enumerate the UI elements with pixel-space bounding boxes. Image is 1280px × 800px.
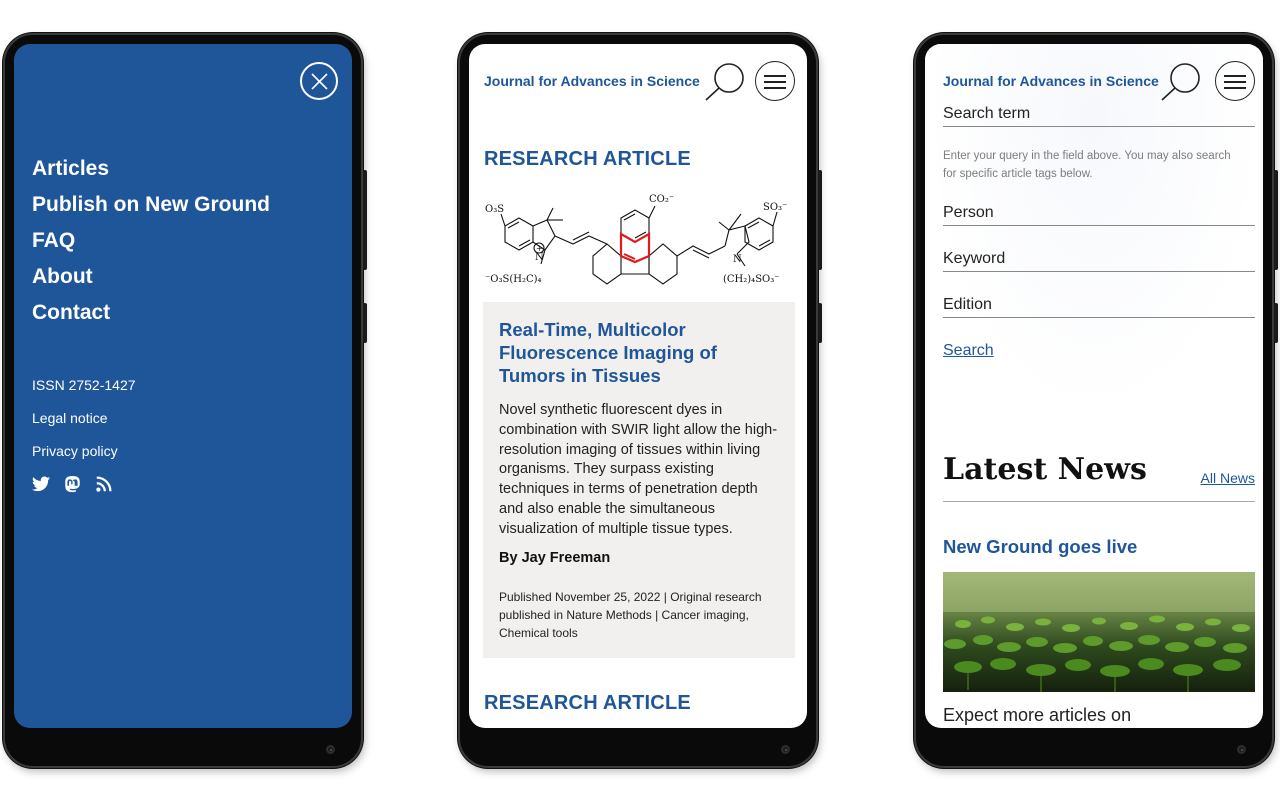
nav-item-contact[interactable]: Contact: [32, 300, 270, 336]
camera-dot: [781, 745, 790, 754]
molecule-label-n-right: N: [733, 254, 742, 265]
social-links: [32, 476, 114, 494]
camera-dot: [1237, 745, 1246, 754]
search-icon: [705, 63, 744, 101]
nav-item-faq[interactable]: FAQ: [32, 228, 270, 264]
footer-meta-list: ISSN 2752-1427 Legal notice Privacy poli…: [32, 376, 136, 475]
site-title[interactable]: Journal for Advances in Science: [943, 73, 1159, 89]
hamburger-icon: [1224, 75, 1246, 77]
molecule-label-n-left: N: [535, 252, 544, 263]
mastodon-icon[interactable]: [64, 476, 82, 494]
section-label: RESEARCH ARTICLE: [484, 148, 691, 170]
close-icon: [311, 73, 328, 90]
search-help-text: Enter your query in the field above. You…: [943, 150, 1231, 180]
volume-button: [1274, 170, 1278, 270]
article-title[interactable]: Real-Time, Multicolor Fluorescence Imagi…: [499, 318, 779, 387]
molecule-label-bottom-right: (CH₂)₄SO₃⁻: [723, 274, 780, 285]
nav-item-articles[interactable]: Articles: [32, 156, 270, 192]
all-news-link[interactable]: All News: [1201, 470, 1255, 486]
issn-text: ISSN 2752-1427: [32, 377, 136, 393]
hamburger-icon: [1224, 87, 1246, 89]
news-excerpt: Expect more articles on: [943, 705, 1132, 725]
seedlings-photo: [943, 572, 1255, 692]
article-author: By Jay Freeman: [499, 550, 611, 566]
search-screen: Journal for Advances in Science Search t…: [925, 44, 1263, 728]
rss-icon[interactable]: [96, 476, 114, 494]
power-button: [818, 303, 822, 343]
edition-input[interactable]: Edition: [943, 296, 1255, 318]
article-screen: Journal for Advances in Science RESEARCH…: [469, 44, 807, 728]
search-button[interactable]: [1161, 62, 1203, 102]
menu-button[interactable]: [1215, 61, 1255, 101]
privacy-policy-link[interactable]: Privacy policy: [32, 442, 136, 475]
menu-button[interactable]: [755, 61, 795, 101]
search-submit-link[interactable]: Search: [943, 342, 994, 360]
power-button: [363, 303, 367, 343]
molecule-label-plus: +: [536, 244, 543, 253]
molecule-label-top-left: O₃S: [485, 204, 504, 215]
search-term-input[interactable]: Search term: [943, 105, 1255, 127]
molecule-label-top-center: CO₂⁻: [649, 194, 674, 205]
keyword-input[interactable]: Keyword: [943, 250, 1255, 272]
news-item-title[interactable]: New Ground goes live: [943, 536, 1137, 558]
nav-item-about[interactable]: About: [32, 264, 270, 300]
camera-dot: [326, 745, 335, 754]
phone-article-screen: Journal for Advances in Science RESEARCH…: [458, 33, 822, 768]
news-divider: [943, 501, 1255, 502]
hamburger-icon: [1224, 81, 1246, 83]
hamburger-icon: [764, 81, 786, 83]
article-summary: Novel synthetic fluorescent dyes in comb…: [499, 402, 778, 537]
twitter-icon[interactable]: [32, 476, 50, 494]
legal-notice-link[interactable]: Legal notice: [32, 409, 136, 442]
molecule-label-top-right: SO₃⁻: [763, 202, 787, 213]
news-image-seedlings[interactable]: [943, 572, 1255, 692]
phone-search-screen: Journal for Advances in Science Search t…: [914, 33, 1278, 768]
latest-news-heading: Latest News: [943, 452, 1147, 487]
person-input[interactable]: Person: [943, 204, 1255, 226]
volume-button: [818, 170, 822, 270]
article-card[interactable]: Real-Time, Multicolor Fluorescence Imagi…: [483, 302, 795, 658]
nav-item-publish[interactable]: Publish on New Ground: [32, 192, 270, 228]
hamburger-icon: [764, 75, 786, 77]
main-nav-menu: Articles Publish on New Ground FAQ About…: [32, 156, 270, 336]
power-button: [1274, 303, 1278, 343]
phone-menu-screen: Articles Publish on New Ground FAQ About…: [3, 33, 367, 768]
volume-button: [363, 170, 367, 270]
site-title[interactable]: Journal for Advances in Science: [484, 73, 700, 89]
search-icon: [1161, 63, 1200, 101]
close-menu-button[interactable]: [300, 62, 338, 100]
molecule-label-bottom-left: ⁻O₃S(H₂C)₄: [485, 274, 542, 285]
hamburger-icon: [764, 87, 786, 89]
next-section-label: RESEARCH ARTICLE: [484, 692, 691, 714]
molecule-structure-image: O₃S CO₂⁻ SO₃⁻ ⁻O₃S(H₂C)₄ (CH₂)₄SO₃⁻ N N …: [485, 194, 787, 285]
search-button[interactable]: [705, 62, 747, 102]
menu-screen: Articles Publish on New Ground FAQ About…: [14, 44, 352, 728]
article-meta: Published November 25, 2022 | Original r…: [499, 590, 762, 640]
